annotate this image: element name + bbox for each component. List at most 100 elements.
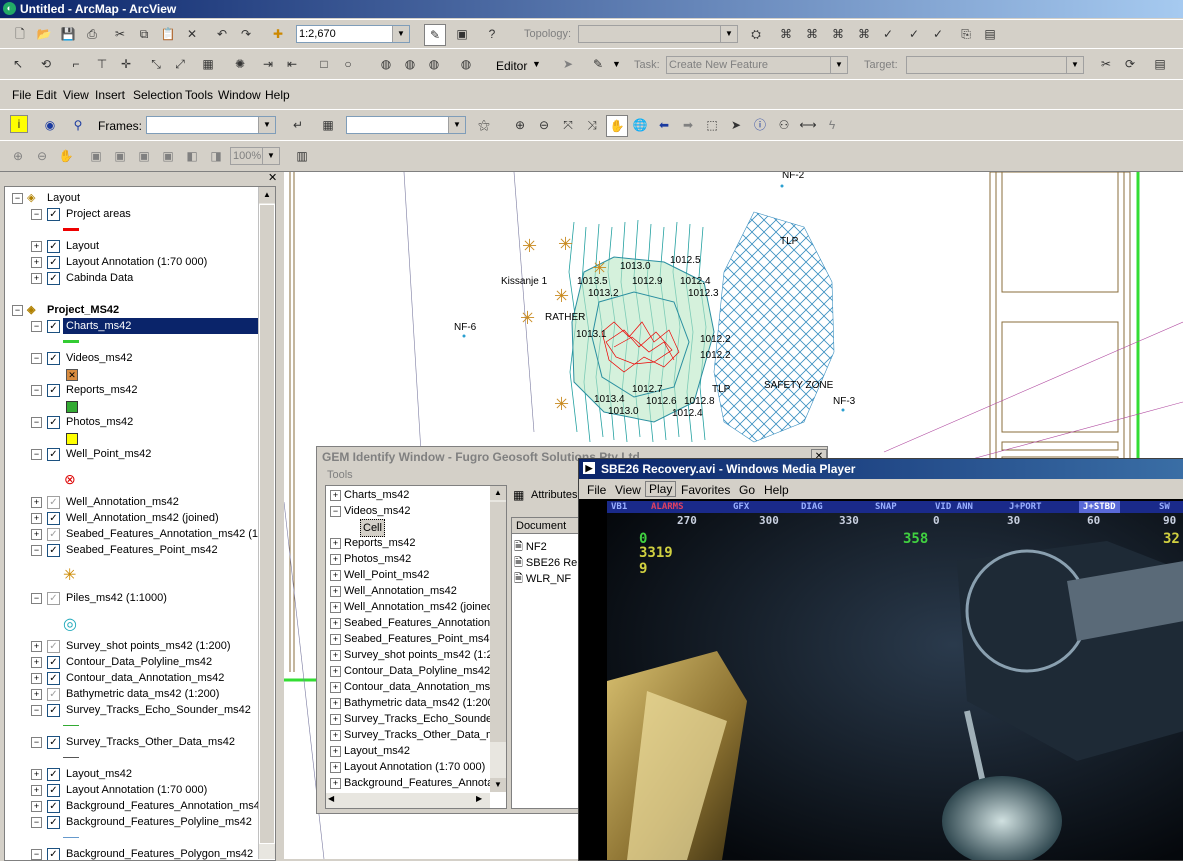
checkbox[interactable]: ✓ xyxy=(47,848,60,860)
checkbox[interactable]: ✓ xyxy=(47,816,60,829)
checkbox[interactable]: ✓ xyxy=(47,704,60,717)
scroll-up-icon[interactable]: ▲ xyxy=(259,187,275,203)
expand-icon[interactable]: + xyxy=(31,273,42,284)
layout-zoom-combo[interactable]: 100% ▼ xyxy=(230,147,280,165)
collapse-icon[interactable]: − xyxy=(31,737,42,748)
circle-icon[interactable]: ○ xyxy=(338,54,358,74)
layer-tool-4-icon[interactable]: ◍ xyxy=(456,54,476,74)
measure-icon[interactable]: ⟷ xyxy=(798,115,818,135)
collapse-icon[interactable]: − xyxy=(31,849,42,860)
checkbox[interactable]: ✓ xyxy=(47,384,60,397)
pan-hand-icon[interactable]: ✋ xyxy=(606,115,628,137)
expand-icon[interactable]: + xyxy=(330,762,341,773)
pan-layout-icon[interactable]: ✋ xyxy=(56,146,76,166)
close-icon[interactable]: ✕ xyxy=(268,171,277,184)
expand-icon[interactable]: + xyxy=(31,769,42,780)
delete-icon[interactable]: ✕ xyxy=(182,24,202,44)
wmp-menu-view[interactable]: View xyxy=(615,483,641,497)
identify-icon[interactable]: ⓘ xyxy=(750,115,770,135)
fix-topology-error-icon[interactable]: ✓ xyxy=(928,24,948,44)
lightning-icon[interactable]: ϟ xyxy=(822,115,842,135)
layer-tool-2-icon[interactable]: ◍ xyxy=(400,54,420,74)
group-icon[interactable]: ▦ xyxy=(198,54,218,74)
editor-toolbar-icon[interactable]: ✎ xyxy=(424,24,446,46)
chevron-down-icon[interactable]: ▼ xyxy=(532,59,541,69)
topology-validate-extent-icon[interactable]: ⌘ xyxy=(828,24,848,44)
editor-menu-button[interactable]: Editor xyxy=(496,59,527,73)
checkbox[interactable]: ✓ xyxy=(47,352,60,365)
expand-icon[interactable]: + xyxy=(330,746,341,757)
expand-icon[interactable]: + xyxy=(330,618,341,629)
magic-wand-icon[interactable]: ⚝ xyxy=(474,115,494,135)
fixed-zoom-in-layout-icon[interactable]: ▣ xyxy=(134,146,154,166)
expand-icon[interactable]: + xyxy=(330,698,341,709)
zoom-100-icon[interactable]: ▣ xyxy=(110,146,130,166)
attributes-tab[interactable]: ▦ Attributes xyxy=(511,485,581,507)
paste-icon[interactable]: 📋 xyxy=(158,24,178,44)
collapse-icon[interactable]: − xyxy=(31,593,42,604)
whats-this-help-icon[interactable]: ? xyxy=(482,24,502,44)
gem-tree-scrollbar[interactable]: ▲ ▼ xyxy=(490,486,506,792)
toggle-draft-mode-icon[interactable]: ▥ xyxy=(292,146,312,166)
zoom-whole-page-icon[interactable]: ▣ xyxy=(86,146,106,166)
back-arrow-icon[interactable]: ⬅ xyxy=(654,115,674,135)
checkbox[interactable]: ✓ xyxy=(47,656,60,669)
edit-tool-icon[interactable]: ➤ xyxy=(558,54,578,74)
scroll-left-icon[interactable]: ◀ xyxy=(328,794,334,803)
collapse-icon[interactable]: − xyxy=(31,449,42,460)
menu-help[interactable]: Help xyxy=(265,88,290,102)
collapse-icon[interactable]: − xyxy=(12,305,23,316)
wmp-menu-go[interactable]: Go xyxy=(739,483,755,497)
checkbox[interactable]: ✓ xyxy=(47,208,60,221)
new-document-icon[interactable]: 🗋 xyxy=(10,24,30,44)
rectangle-icon[interactable]: □ xyxy=(314,54,334,74)
checkbox[interactable]: ✓ xyxy=(47,256,60,269)
collapse-icon[interactable]: − xyxy=(31,545,42,556)
expand-icon[interactable]: + xyxy=(330,682,341,693)
expand-icon[interactable]: + xyxy=(31,529,42,540)
error-inspector-2-icon[interactable]: ✓ xyxy=(904,24,924,44)
split-tool-icon[interactable]: ✂ xyxy=(1096,54,1116,74)
topology-tool-icon[interactable]: ⛭ xyxy=(746,24,766,44)
checkbox[interactable]: ✓ xyxy=(47,512,60,525)
chevron-down-icon[interactable]: ▼ xyxy=(830,57,847,73)
chevron-down-icon[interactable]: ▼ xyxy=(392,26,409,42)
expand-icon[interactable]: + xyxy=(330,650,341,661)
show-shared-features-icon[interactable]: ⎘ xyxy=(956,24,976,44)
save-icon[interactable]: 💾 xyxy=(58,24,78,44)
expand-icon[interactable]: + xyxy=(330,714,341,725)
expand-icon[interactable]: + xyxy=(330,778,341,789)
topology-fix-icon[interactable]: ⌘ xyxy=(854,24,874,44)
video-frame[interactable]: VB1 ALARMS GFX DIAG SNAP VID ANN J+PORT … xyxy=(607,501,1183,860)
expand-icon[interactable]: + xyxy=(31,673,42,684)
print-icon[interactable]: ⎙ xyxy=(82,24,102,44)
sketch-tool-icon[interactable]: ✎ xyxy=(588,54,608,74)
checkbox[interactable]: ✓ xyxy=(47,800,60,813)
scroll-thumb[interactable] xyxy=(490,502,506,742)
open-folder-icon[interactable]: 📂 xyxy=(34,24,54,44)
nudge-2-icon[interactable]: ⇤ xyxy=(282,54,302,74)
toc-scrollbar[interactable]: ▲ xyxy=(258,187,275,859)
chevron-down-icon[interactable]: ▼ xyxy=(720,26,737,42)
chevron-down-icon[interactable]: ▼ xyxy=(262,148,279,164)
chevron-down-icon[interactable]: ▼ xyxy=(258,117,275,133)
target-combo[interactable]: ▼ xyxy=(906,56,1084,74)
checkbox[interactable]: ✓ xyxy=(47,544,60,557)
select-features-icon[interactable]: ⬚ xyxy=(702,115,722,135)
checkbox[interactable]: ✓ xyxy=(47,768,60,781)
expand-icon[interactable]: + xyxy=(330,634,341,645)
checkbox[interactable]: ✓ xyxy=(47,592,60,605)
collapse-icon[interactable]: − xyxy=(31,385,42,396)
wmp-menu-help[interactable]: Help xyxy=(764,483,789,497)
attributes-icon[interactable]: ▤ xyxy=(1150,54,1170,74)
collapse-icon[interactable]: − xyxy=(31,353,42,364)
checkbox[interactable]: ✓ xyxy=(47,688,60,701)
task-combo[interactable]: Create New Feature ▼ xyxy=(666,56,848,74)
wmp-menu-file[interactable]: File xyxy=(587,483,606,497)
zoom-in-icon[interactable]: ⊕ xyxy=(510,115,530,135)
menu-window[interactable]: Window xyxy=(218,88,261,102)
menu-view[interactable]: View xyxy=(63,88,89,102)
add-data-icon[interactable]: ✚ xyxy=(268,24,288,44)
expand-icon[interactable]: + xyxy=(330,602,341,613)
zoom-out-icon[interactable]: ⊖ xyxy=(534,115,554,135)
